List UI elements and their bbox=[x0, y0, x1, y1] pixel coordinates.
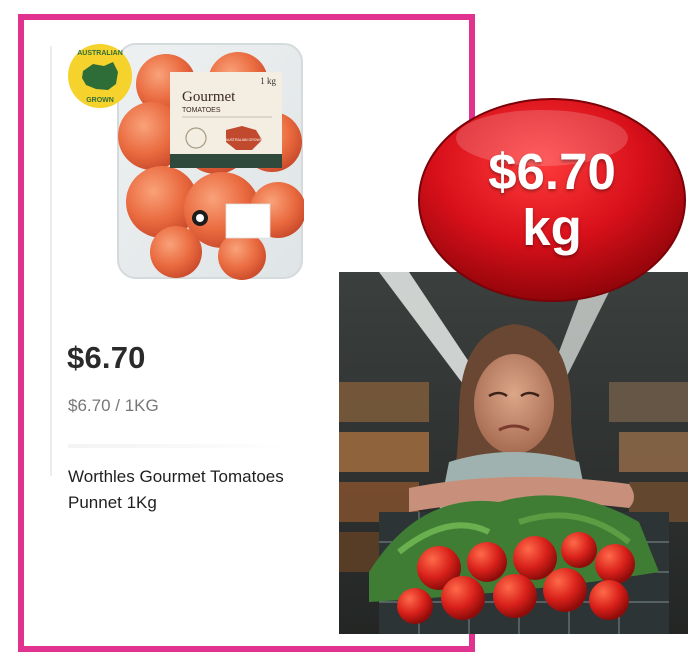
pack-sticker bbox=[225, 203, 271, 239]
badge-top-text: AUSTRALIAN bbox=[77, 50, 123, 57]
pack-label bbox=[170, 72, 282, 168]
label-variety: TOMATOES bbox=[182, 107, 221, 114]
unit-price: $6.70 / 1KG bbox=[68, 396, 159, 415]
sticker-text: AUSTRALIAN GROWN bbox=[226, 138, 263, 142]
separator bbox=[68, 444, 288, 448]
shopper-photo bbox=[339, 272, 688, 634]
label-band bbox=[170, 154, 282, 168]
card-divider bbox=[50, 46, 52, 476]
callout-price: $6.70 bbox=[488, 143, 616, 200]
price-callout-text: $6.70 kg bbox=[416, 144, 688, 256]
callout-unit: kg bbox=[522, 199, 582, 256]
badge-bottom-text: GROWN bbox=[86, 97, 114, 104]
label-brand: Gourmet bbox=[182, 89, 236, 105]
product-name[interactable]: Worthles Gourmet Tomatoes Punnet 1Kg bbox=[68, 464, 308, 516]
product-price: $6.70 bbox=[67, 340, 146, 375]
product-image[interactable]: 1 kg Gourmet TOMATOES AUSTRALIAN GROWN A… bbox=[66, 42, 304, 282]
label-weight: 1 kg bbox=[260, 76, 276, 86]
face bbox=[474, 354, 554, 454]
